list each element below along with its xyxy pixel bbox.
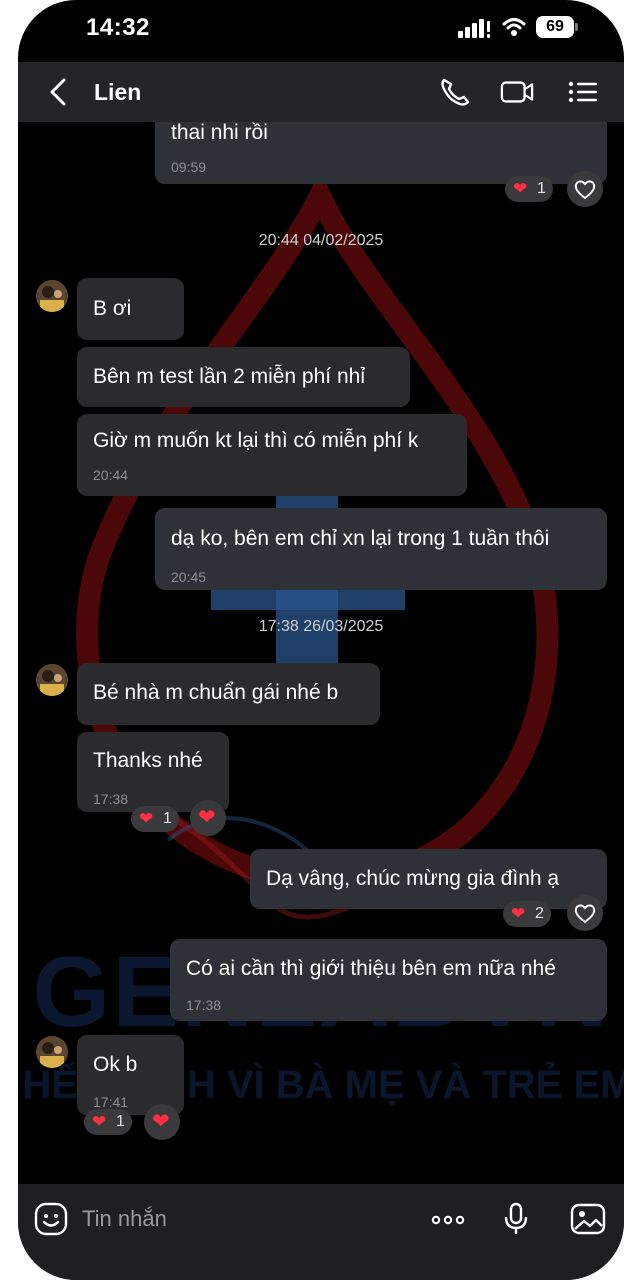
message-input[interactable] [82, 1204, 362, 1234]
outgoing-message[interactable]: thai nhi rồi 09:59 [155, 122, 607, 184]
chevron-left-icon[interactable] [44, 76, 74, 108]
battery-tip [575, 23, 578, 31]
react-button[interactable]: ❤ [190, 800, 226, 836]
react-button[interactable]: ❤ [144, 1104, 180, 1140]
reaction-badge[interactable]: ❤ 2 [503, 901, 551, 927]
reaction-count: 1 [537, 180, 546, 197]
message-time: 17:38 [93, 791, 129, 807]
message-text: Dạ vâng, chúc mừng gia đình ạ [266, 867, 560, 890]
date-separator: 17:38 26/03/2025 [258, 618, 384, 635]
avatar[interactable] [36, 664, 68, 696]
react-button[interactable] [567, 171, 603, 207]
chat-area[interactable]: thai nhi rồi 09:59 ❤ 1 20:44 04/02/2025 … [18, 122, 624, 1184]
phone-screen: GENLABVN HẾT MÌNH VÌ BÀ MẸ VÀ TRẺ EM 14:… [18, 0, 624, 1280]
reaction-badge[interactable]: ❤ 1 [505, 176, 553, 202]
contact-name[interactable]: Lien [94, 79, 141, 106]
message-time: 17:38 [186, 997, 222, 1013]
avatar[interactable] [36, 280, 68, 312]
avatar-image [36, 280, 68, 312]
heart-icon: ❤ [513, 179, 528, 198]
chat-header: Lien [18, 62, 624, 122]
avatar-image [36, 1036, 68, 1068]
heart-icon: ❤ [511, 904, 526, 923]
message-text: Ok b [93, 1053, 138, 1076]
incoming-message[interactable]: Bên m test lần 2 miễn phí nhỉ [77, 347, 410, 407]
incoming-message[interactable]: Ok b 17:41 [77, 1035, 184, 1115]
message-time: 20:45 [171, 569, 207, 585]
incoming-message[interactable]: Giờ m muốn kt lại thì có miễn phí k 20:4… [77, 414, 467, 496]
incoming-message[interactable]: Bé nhà m chuẩn gái nhé b [77, 663, 380, 725]
more-icon[interactable] [430, 1202, 466, 1236]
heart-icon: ❤ [152, 1110, 170, 1133]
microphone-icon[interactable] [498, 1202, 534, 1236]
message-text: Giờ m muốn kt lại thì có miễn phí k [93, 429, 419, 452]
heart-outline-icon [574, 180, 596, 200]
battery-level: 69 [536, 16, 574, 38]
reaction-count: 2 [535, 905, 544, 922]
date-separator: 20:44 04/02/2025 [258, 232, 384, 249]
avatar-image [36, 664, 68, 696]
reaction-badge[interactable]: ❤ 1 [131, 806, 179, 832]
message-text: Thanks nhé [93, 749, 203, 772]
avatar[interactable] [36, 1036, 68, 1068]
battery-icon: 69 [536, 16, 578, 38]
message-time: 20:44 [93, 467, 129, 483]
smiley-icon[interactable] [34, 1202, 68, 1236]
wifi-icon [502, 18, 526, 36]
incoming-message[interactable]: B ơi [77, 278, 184, 340]
heart-icon: ❤ [198, 806, 216, 829]
status-time: 14:32 [86, 14, 150, 41]
list-icon[interactable] [566, 76, 600, 108]
message-text: Bên m test lần 2 miễn phí nhỉ [93, 365, 365, 388]
image-icon[interactable] [570, 1202, 606, 1236]
message-text: Có ai cần thì giới thiệu bên em nữa nhé [186, 957, 556, 980]
message-text: thai nhi rồi [171, 122, 268, 144]
reaction-badge[interactable]: ❤ 1 [84, 1109, 132, 1135]
heart-icon: ❤ [139, 809, 154, 828]
phone-icon[interactable] [438, 76, 472, 108]
outgoing-message[interactable]: Có ai cần thì giới thiệu bên em nữa nhé … [170, 939, 607, 1021]
heart-icon: ❤ [92, 1112, 107, 1131]
reaction-count: 1 [163, 810, 172, 827]
react-button[interactable] [567, 895, 603, 931]
outgoing-message[interactable]: dạ ko, bên em chỉ xn lại trong 1 tuần th… [155, 508, 607, 590]
message-text: Bé nhà m chuẩn gái nhé b [93, 681, 339, 704]
message-composer [18, 1184, 624, 1280]
message-text: dạ ko, bên em chỉ xn lại trong 1 tuần th… [171, 527, 550, 550]
cellular-signal-icon [458, 19, 490, 38]
message-text: B ơi [93, 297, 132, 320]
message-time: 09:59 [171, 159, 207, 175]
outgoing-message[interactable]: Dạ vâng, chúc mừng gia đình ạ [250, 849, 607, 909]
heart-outline-icon [574, 904, 596, 924]
reaction-count: 1 [116, 1113, 125, 1130]
status-bar: 14:32 69 [18, 0, 624, 58]
video-camera-icon[interactable] [500, 76, 534, 108]
